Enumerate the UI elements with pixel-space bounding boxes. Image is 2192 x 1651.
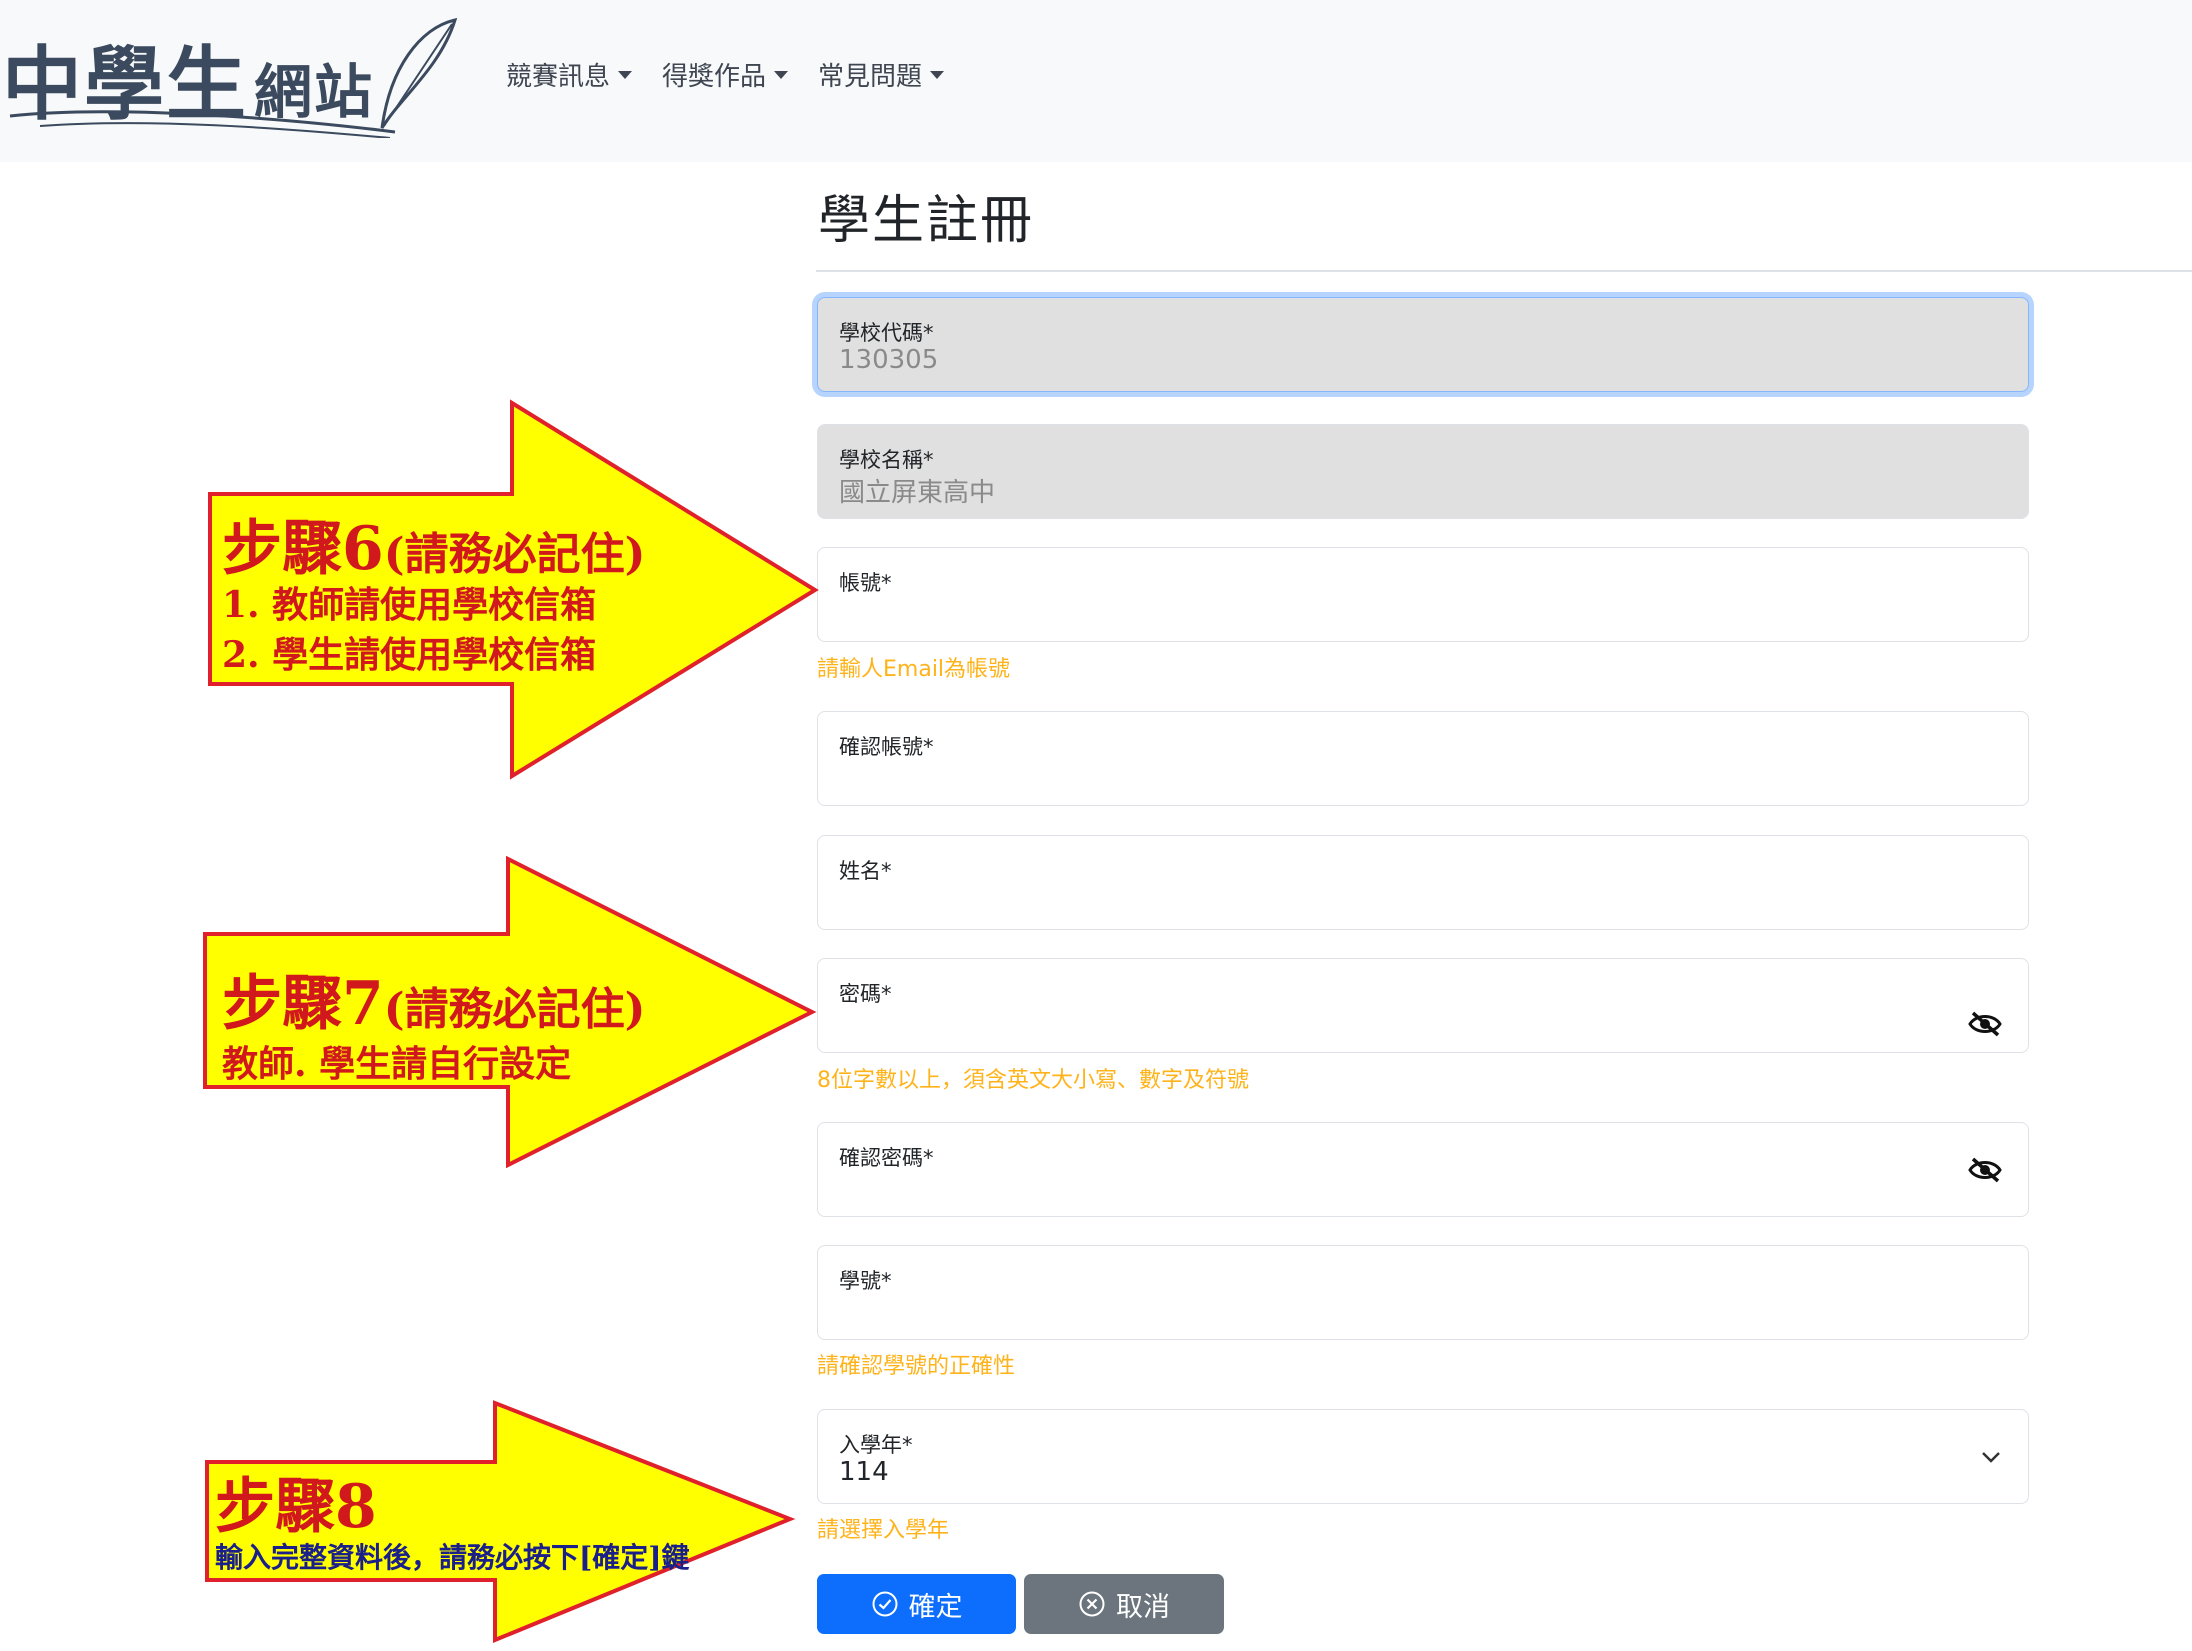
step7-heading: 步驟7(請務必記住) [222,969,646,1039]
step6-line1: 1. 教師請使用學校信箱 [222,584,597,626]
annotation-arrows [203,399,819,1643]
step6-heading: 步驟6(請務必記住) [222,514,646,584]
step8-line1: 輸入完整資料後，請務必按下[確定]鍵 [215,1541,690,1574]
step8-heading: 步驟8 [215,1472,377,1542]
step7-line1: 教師. 學生請自行設定 [222,1043,572,1085]
step6-line2: 2. 學生請使用學校信箱 [222,634,597,676]
